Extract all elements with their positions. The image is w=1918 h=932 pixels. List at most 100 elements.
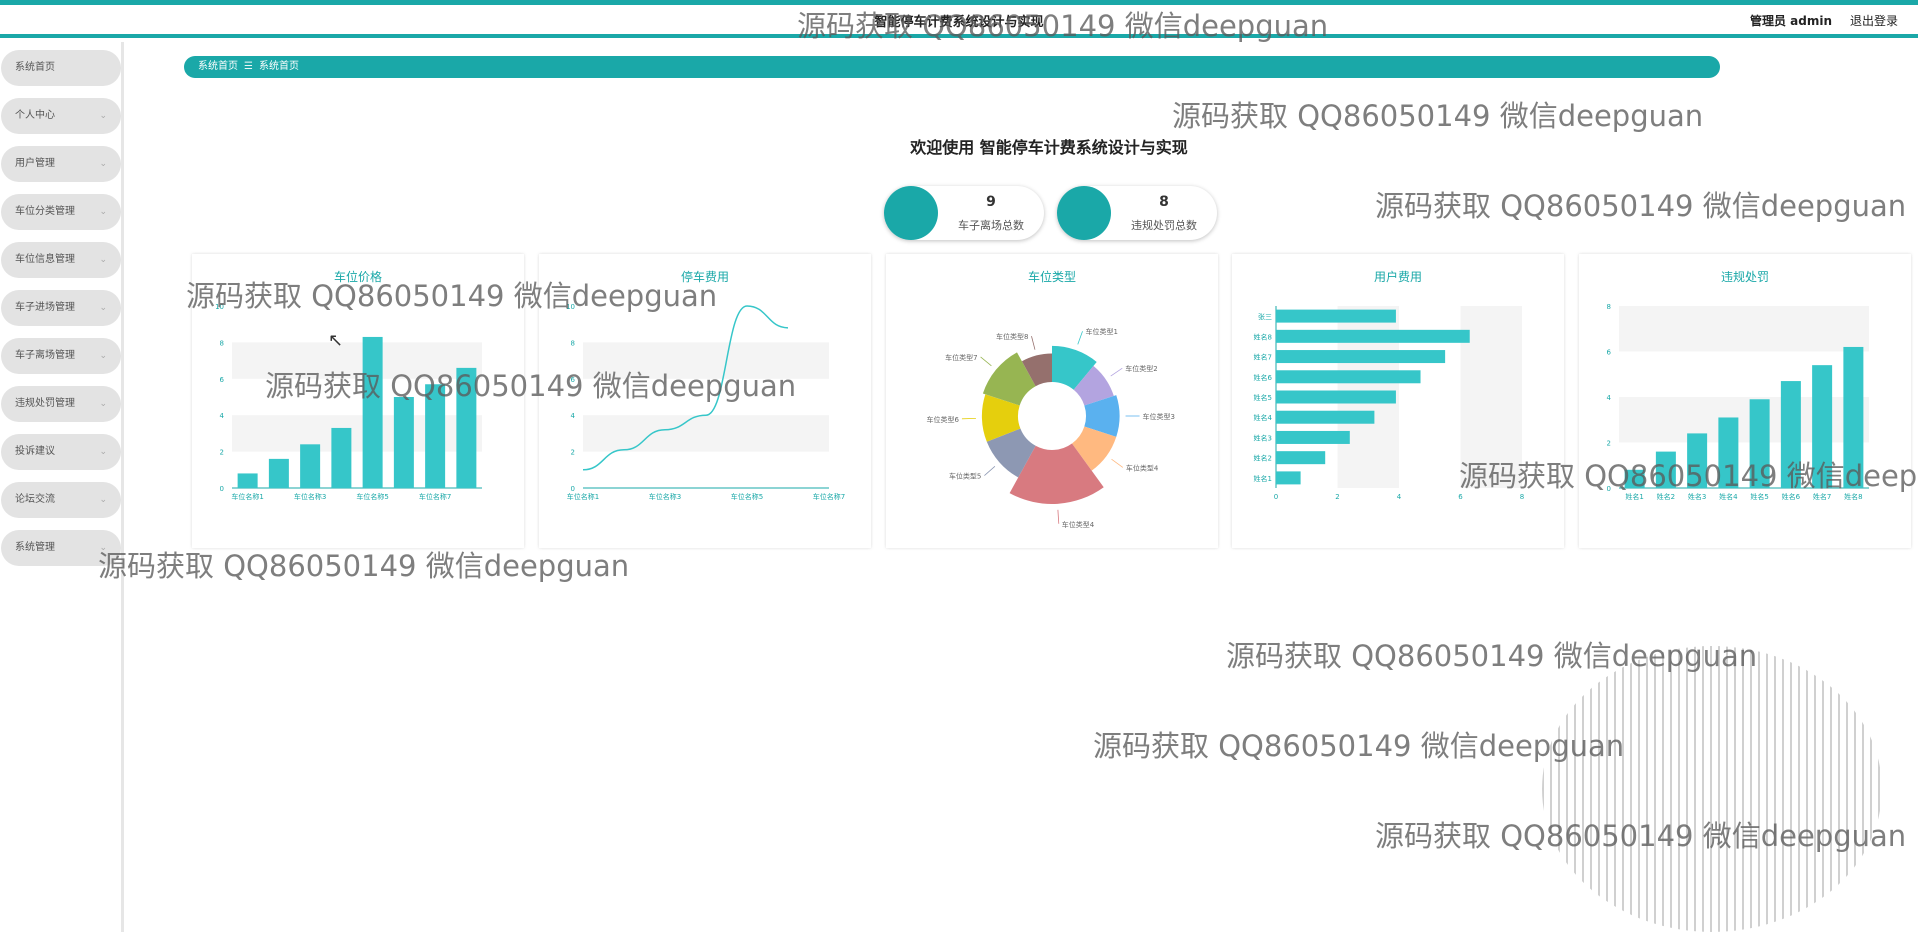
y-tick-label: 张三 (1258, 312, 1272, 321)
grid-band (232, 342, 482, 379)
sidebar-item-forum[interactable]: 论坛交流 ⌄ (1, 482, 121, 518)
y-tick-label: 8 (571, 339, 575, 347)
top-bar: 智能停车计费系统设计与实现 管理员 admin 退出登录 (0, 5, 1918, 38)
pie-slice-label: 车位类型6 (926, 415, 959, 424)
chevron-down-icon: ⌄ (99, 351, 107, 361)
chevron-down-icon: ⌄ (99, 399, 107, 409)
chevron-down-icon: ⌄ (99, 543, 107, 553)
y-tick-label: 8 (220, 339, 224, 347)
sidebar-item-profile[interactable]: 个人中心 ⌄ (1, 98, 121, 134)
y-tick-label: 姓名6 (1254, 373, 1273, 382)
bar (1687, 433, 1708, 488)
pie-label-line (1031, 336, 1036, 350)
bar (1276, 370, 1421, 384)
sidebar-item-label: 车子离场管理 (15, 350, 75, 361)
admin-user-label: 管理员 admin (1749, 14, 1832, 28)
sidebar-item-label: 车位分类管理 (15, 206, 75, 217)
sidebar-item-system[interactable]: 系统管理 ⌄ (1, 530, 121, 566)
pie-slice-label: 车位类型7 (945, 353, 977, 362)
chevron-down-icon: ⌄ (99, 255, 107, 265)
y-tick-label: 姓名5 (1254, 393, 1272, 402)
chart-space-type: 车位类型1 车位类型2 车位类型3 车位类型4 车位类型4 车位类型5 车位类型6 车位类型7… (926, 327, 1175, 529)
pie-slice-label: 车位类型3 (1143, 412, 1175, 421)
y-tick-label: 0 (1607, 485, 1611, 493)
chart-panel-user-fee: 用户费用 0 2 4 6 8 姓名1 姓名2 姓名3 姓名4 姓名5 姓名6 姓名7 姓名8 张三 (1232, 254, 1564, 548)
sidebar-item-complaints[interactable]: 投诉建议 ⌄ (1, 434, 121, 470)
stat-value: 8 (1159, 194, 1169, 210)
bar (268, 458, 289, 488)
sidebar-item-space-info[interactable]: 车位信息管理 ⌄ (1, 242, 121, 278)
mouse-cursor-icon: ↖ (328, 330, 344, 351)
y-tick-label: 4 (220, 412, 225, 420)
bar (456, 367, 477, 488)
sidebar-item-label: 投诉建议 (15, 446, 55, 457)
bar (1276, 329, 1470, 343)
pie-slice-label: 车位类型8 (996, 332, 1028, 341)
x-tick-label: 车位名称1 (567, 492, 599, 501)
chart-panel-violation: 违规处罚 0 2 4 6 8 姓名1 姓名2 姓名3 姓名4 姓名5 姓名6 姓名7 姓名8 (1579, 254, 1911, 548)
x-tick-label: 姓名4 (1719, 492, 1738, 501)
y-tick-label: 6 (571, 376, 576, 384)
y-tick-label: 2 (1607, 440, 1611, 448)
chevron-down-icon: ⌄ (99, 495, 107, 505)
sidebar-item-violations[interactable]: 违规处罚管理 ⌄ (1, 386, 121, 422)
sidebar-item-space-category[interactable]: 车位分类管理 ⌄ (1, 194, 121, 230)
x-tick-label: 姓名5 (1750, 492, 1768, 501)
y-tick-label: 10 (215, 303, 224, 311)
x-tick-label: 2 (1335, 493, 1339, 501)
y-tick-label: 2 (571, 449, 575, 457)
pie-label-line (980, 356, 992, 367)
watermark: 源码获取 QQ86050149 微信deepguan (1093, 729, 1625, 763)
stat-card-violations: 8 违规处罚总数 (1057, 186, 1217, 240)
y-tick-label: 2 (220, 449, 224, 457)
sidebar-item-car-entry[interactable]: 车子进场管理 ⌄ (1, 290, 121, 326)
menu-icon: ☰ (244, 61, 253, 72)
chart-panel-parking-fee: 停车费用 0 2 4 6 8 10 车位名称1 车位名称3 车位名称5 车位名称7 (539, 254, 871, 548)
sidebar: 系统首页 个人中心 ⌄ 用户管理 ⌄ 车位分类管理 ⌄ 车位信息管理 ⌄ 车子进场管理 ⌄… (0, 42, 124, 932)
welcome-heading: 欢迎使用 智能停车计费系统设计与实现 (910, 138, 1188, 157)
bar (1276, 430, 1350, 444)
sidebar-item-label: 系统首页 (15, 62, 55, 73)
bar (1655, 451, 1676, 488)
x-tick-label: 车位名称5 (356, 492, 388, 501)
y-tick-label: 10 (566, 303, 575, 311)
bar (300, 444, 321, 488)
logout-link[interactable]: 退出登录 (1850, 12, 1898, 29)
x-tick-label: 姓名1 (1625, 492, 1643, 501)
bar (425, 384, 446, 488)
stat-value: 9 (986, 194, 996, 210)
chart-space-price: 0 2 4 6 8 10 车位名称1 车位名称3 车位名称5 车位名称7 (215, 303, 482, 501)
x-tick-label: 姓名6 (1782, 492, 1801, 501)
x-tick-label: 姓名3 (1688, 492, 1706, 501)
x-tick-label: 车位名称5 (731, 492, 763, 501)
y-tick-label: 姓名3 (1254, 433, 1272, 442)
y-tick-label: 0 (571, 485, 575, 493)
chart-parking-fee: 0 2 4 6 8 10 车位名称1 车位名称3 车位名称5 车位名称7 (566, 303, 845, 501)
bar (1276, 451, 1326, 465)
y-tick-label: 6 (220, 376, 225, 384)
x-tick-label: 姓名2 (1657, 492, 1675, 501)
sidebar-item-home[interactable]: 系统首页 (1, 50, 121, 86)
pie-label-line (984, 466, 996, 476)
breadcrumb-current: 系统首页 (258, 61, 299, 72)
stat-circle-icon (884, 186, 938, 240)
pie-label-line (1077, 331, 1083, 345)
bar (1749, 399, 1770, 488)
chevron-down-icon: ⌄ (99, 207, 107, 217)
breadcrumb: 系统首页 ☰ 系统首页 (184, 56, 1720, 78)
y-tick-label: 8 (1607, 303, 1611, 311)
x-tick-label: 0 (1274, 493, 1278, 501)
x-tick-label: 4 (1397, 493, 1402, 501)
sidebar-item-car-exit[interactable]: 车子离场管理 ⌄ (1, 338, 121, 374)
app-title: 智能停车计费系统设计与实现 (874, 15, 1044, 30)
breadcrumb-home-link[interactable]: 系统首页 (198, 61, 238, 72)
bar (1843, 346, 1864, 488)
pie-slice-label: 车位类型5 (949, 472, 981, 481)
pie-slice-label: 车位类型4 (1062, 520, 1095, 529)
stat-circle-icon (1057, 186, 1111, 240)
bar (1276, 309, 1396, 323)
bar (393, 397, 414, 488)
pie-slice-label: 车位类型1 (1086, 327, 1118, 336)
sidebar-item-label: 系统管理 (15, 542, 55, 553)
sidebar-item-label: 车子进场管理 (15, 302, 75, 313)
